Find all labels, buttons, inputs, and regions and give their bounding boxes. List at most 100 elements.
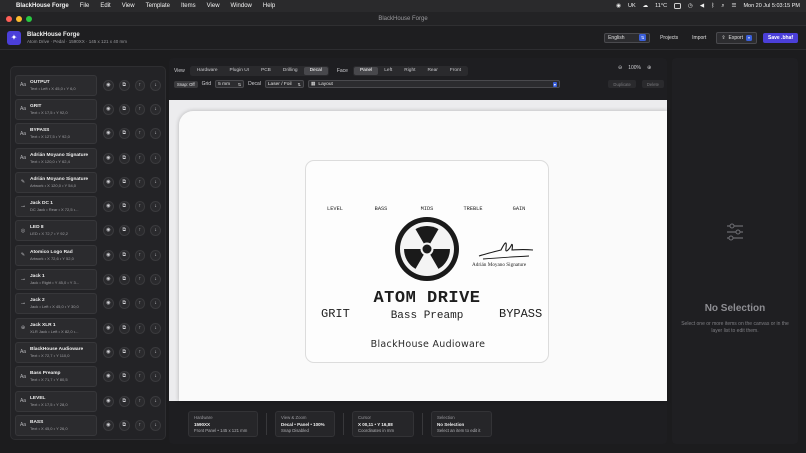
eye-icon[interactable]: ◉ bbox=[103, 395, 114, 407]
eye-icon[interactable]: ◉ bbox=[103, 152, 114, 164]
view-tab-hardware[interactable]: Hardware bbox=[191, 67, 224, 75]
copy-icon[interactable]: ⧉ bbox=[118, 371, 130, 383]
copy-icon[interactable]: ⧉ bbox=[118, 298, 130, 310]
eye-icon[interactable]: ◉ bbox=[103, 176, 114, 188]
eye-icon[interactable]: ◉ bbox=[103, 103, 114, 115]
layer-item[interactable]: ⊸ Jack 2 Jack • Left • X 45,0 • Y 30,0 bbox=[15, 293, 97, 315]
copy-icon[interactable]: ⧉ bbox=[118, 274, 130, 286]
move-down-icon[interactable]: ↓ bbox=[150, 128, 161, 140]
copy-icon[interactable]: ⧉ bbox=[118, 225, 130, 237]
copy-icon[interactable]: ⧉ bbox=[118, 103, 130, 115]
search-icon[interactable]: ⌕ bbox=[721, 3, 724, 10]
knob-label-level[interactable]: LEVEL bbox=[327, 206, 343, 212]
menu-edit[interactable]: Edit bbox=[100, 3, 110, 9]
move-up-icon[interactable]: ↑ bbox=[134, 152, 146, 164]
copy-icon[interactable]: ⧉ bbox=[118, 201, 130, 213]
move-down-icon[interactable]: ↓ bbox=[150, 225, 161, 237]
eye-icon[interactable]: ◉ bbox=[103, 419, 114, 431]
face-tab-left[interactable]: Left bbox=[378, 67, 398, 75]
eye-icon[interactable]: ◉ bbox=[103, 128, 114, 140]
move-up-icon[interactable]: ↑ bbox=[134, 274, 146, 286]
layer-item[interactable]: Aa BlackHouse Audioware Text • X 72,7 • Y … bbox=[15, 341, 97, 363]
copy-icon[interactable]: ⧉ bbox=[118, 152, 130, 164]
layer-item[interactable]: ◎ LED 8 LED • X 72,7 • Y 92,2 bbox=[15, 220, 97, 242]
view-tab-drilling[interactable]: Drilling bbox=[277, 67, 304, 75]
snap-toggle[interactable]: Snap: Off bbox=[174, 80, 198, 88]
move-down-icon[interactable]: ↓ bbox=[150, 79, 161, 91]
view-tab-decal[interactable]: Decal bbox=[303, 66, 328, 75]
move-down-icon[interactable]: ↓ bbox=[150, 322, 161, 334]
grit-label[interactable]: GRIT bbox=[321, 307, 350, 321]
grid-select[interactable]: 5 mm ⇅ bbox=[215, 80, 245, 88]
move-down-icon[interactable]: ↓ bbox=[150, 298, 161, 310]
bluetooth-icon[interactable]: ᛒ bbox=[711, 3, 714, 9]
layer-item[interactable]: Aa Bass Preamp Text • X 71,7 • Y 80,5 bbox=[15, 366, 97, 388]
eye-icon[interactable]: ◉ bbox=[103, 274, 114, 286]
move-up-icon[interactable]: ↑ bbox=[134, 346, 146, 358]
zoom-out-icon[interactable]: ⊖ bbox=[618, 65, 622, 71]
move-down-icon[interactable]: ↓ bbox=[150, 371, 161, 383]
menu-template[interactable]: Template bbox=[146, 3, 170, 9]
move-up-icon[interactable]: ↑ bbox=[134, 395, 146, 407]
move-up-icon[interactable]: ↑ bbox=[134, 298, 146, 310]
eye-icon[interactable]: ◉ bbox=[103, 79, 114, 91]
knob-label-gain[interactable]: GAIN bbox=[513, 206, 526, 212]
clock[interactable]: Mon 20 Jul 5:03:15 PM bbox=[743, 3, 800, 9]
move-down-icon[interactable]: ↓ bbox=[150, 103, 161, 115]
export-button[interactable]: ⇪ Export ▾ bbox=[716, 31, 757, 44]
layer-item[interactable]: Aa Adrián Moyano Signature Text • X 120,0 … bbox=[15, 147, 97, 169]
move-down-icon[interactable]: ↓ bbox=[150, 201, 161, 213]
move-down-icon[interactable]: ↓ bbox=[150, 249, 161, 261]
volume-icon[interactable]: ◀ bbox=[700, 3, 704, 9]
move-up-icon[interactable]: ↑ bbox=[134, 419, 146, 431]
layer-item[interactable]: ⊕ Jack XLR 1 XLR Jack • Left • X 82,0 •... bbox=[15, 317, 97, 339]
move-up-icon[interactable]: ↑ bbox=[134, 79, 146, 91]
radioactive-logo-artwork[interactable] bbox=[393, 215, 461, 283]
copy-icon[interactable]: ⧉ bbox=[118, 322, 130, 334]
move-up-icon[interactable]: ↑ bbox=[134, 371, 146, 383]
move-up-icon[interactable]: ↑ bbox=[134, 128, 146, 140]
projects-button[interactable]: Projects bbox=[656, 33, 682, 43]
move-up-icon[interactable]: ↑ bbox=[134, 201, 146, 213]
pedal-subtitle[interactable]: Bass Preamp bbox=[391, 310, 464, 322]
zoom-in-icon[interactable]: ⊕ bbox=[647, 65, 651, 71]
layer-item[interactable]: Aa OUTPUT Text • Left • X 45,0 • Y 6,0 bbox=[15, 74, 97, 96]
eye-icon[interactable]: ◉ bbox=[103, 371, 114, 383]
move-down-icon[interactable]: ↓ bbox=[150, 176, 161, 188]
layer-item[interactable]: Aa BYPASS Text • X 127,5 • Y 92,0 bbox=[15, 123, 97, 145]
menu-view-2[interactable]: View bbox=[207, 3, 220, 9]
move-down-icon[interactable]: ↓ bbox=[150, 274, 161, 286]
move-up-icon[interactable]: ↑ bbox=[134, 249, 146, 261]
copy-icon[interactable]: ⧉ bbox=[118, 395, 130, 407]
menu-items[interactable]: Items bbox=[181, 3, 196, 9]
view-tab-plugin-ui[interactable]: Plugin UI bbox=[224, 67, 255, 75]
eye-icon[interactable]: ◉ bbox=[103, 201, 114, 213]
bypass-label[interactable]: BYPASS bbox=[499, 307, 542, 321]
move-up-icon[interactable]: ↑ bbox=[134, 103, 146, 115]
move-down-icon[interactable]: ↓ bbox=[150, 419, 161, 431]
layer-item[interactable]: Aa BASS Text • X 45,0 • Y 26,0 bbox=[15, 414, 97, 436]
layer-item[interactable]: ✎ Adrián Moyano Signature Artwork • X 120,… bbox=[15, 171, 97, 193]
duplicate-button[interactable]: Duplicate bbox=[608, 80, 636, 88]
copy-icon[interactable]: ⧉ bbox=[118, 419, 130, 431]
menu-view[interactable]: View bbox=[122, 3, 135, 9]
weather-icon[interactable]: ☁ bbox=[643, 3, 649, 9]
menu-window[interactable]: Window bbox=[231, 3, 252, 9]
face-tab-rear[interactable]: Rear bbox=[421, 67, 443, 75]
signature-text[interactable]: Adrián Moyano Signature bbox=[472, 262, 526, 268]
copy-icon[interactable]: ⧉ bbox=[118, 176, 130, 188]
delete-button[interactable]: Delete bbox=[641, 80, 664, 88]
layer-item[interactable]: Aa LEVEL Text • X 17,5 • Y 28,0 bbox=[15, 390, 97, 412]
save-button[interactable]: Save .bhaf bbox=[762, 32, 798, 43]
menu-help[interactable]: Help bbox=[263, 3, 275, 9]
face-tab-panel[interactable]: Panel bbox=[353, 66, 379, 75]
copy-icon[interactable]: ⧉ bbox=[118, 346, 130, 358]
knob-label-mids[interactable]: MIDS bbox=[421, 206, 434, 212]
layer-item[interactable]: ⊸ Jack DC 1 DC Jack • Rear • X 72,5 •... bbox=[15, 196, 97, 218]
menu-app[interactable]: BlackHouse Forge bbox=[16, 3, 69, 9]
copy-icon[interactable]: ⧉ bbox=[118, 79, 130, 91]
eye-icon[interactable]: ◉ bbox=[103, 225, 114, 237]
layer-item[interactable]: ✎ Atomico Logo Rad Artwork • X 72,6 • Y 52… bbox=[15, 244, 97, 266]
face-tab-right[interactable]: Right bbox=[398, 67, 421, 75]
face-tab-front[interactable]: Front bbox=[444, 67, 467, 75]
